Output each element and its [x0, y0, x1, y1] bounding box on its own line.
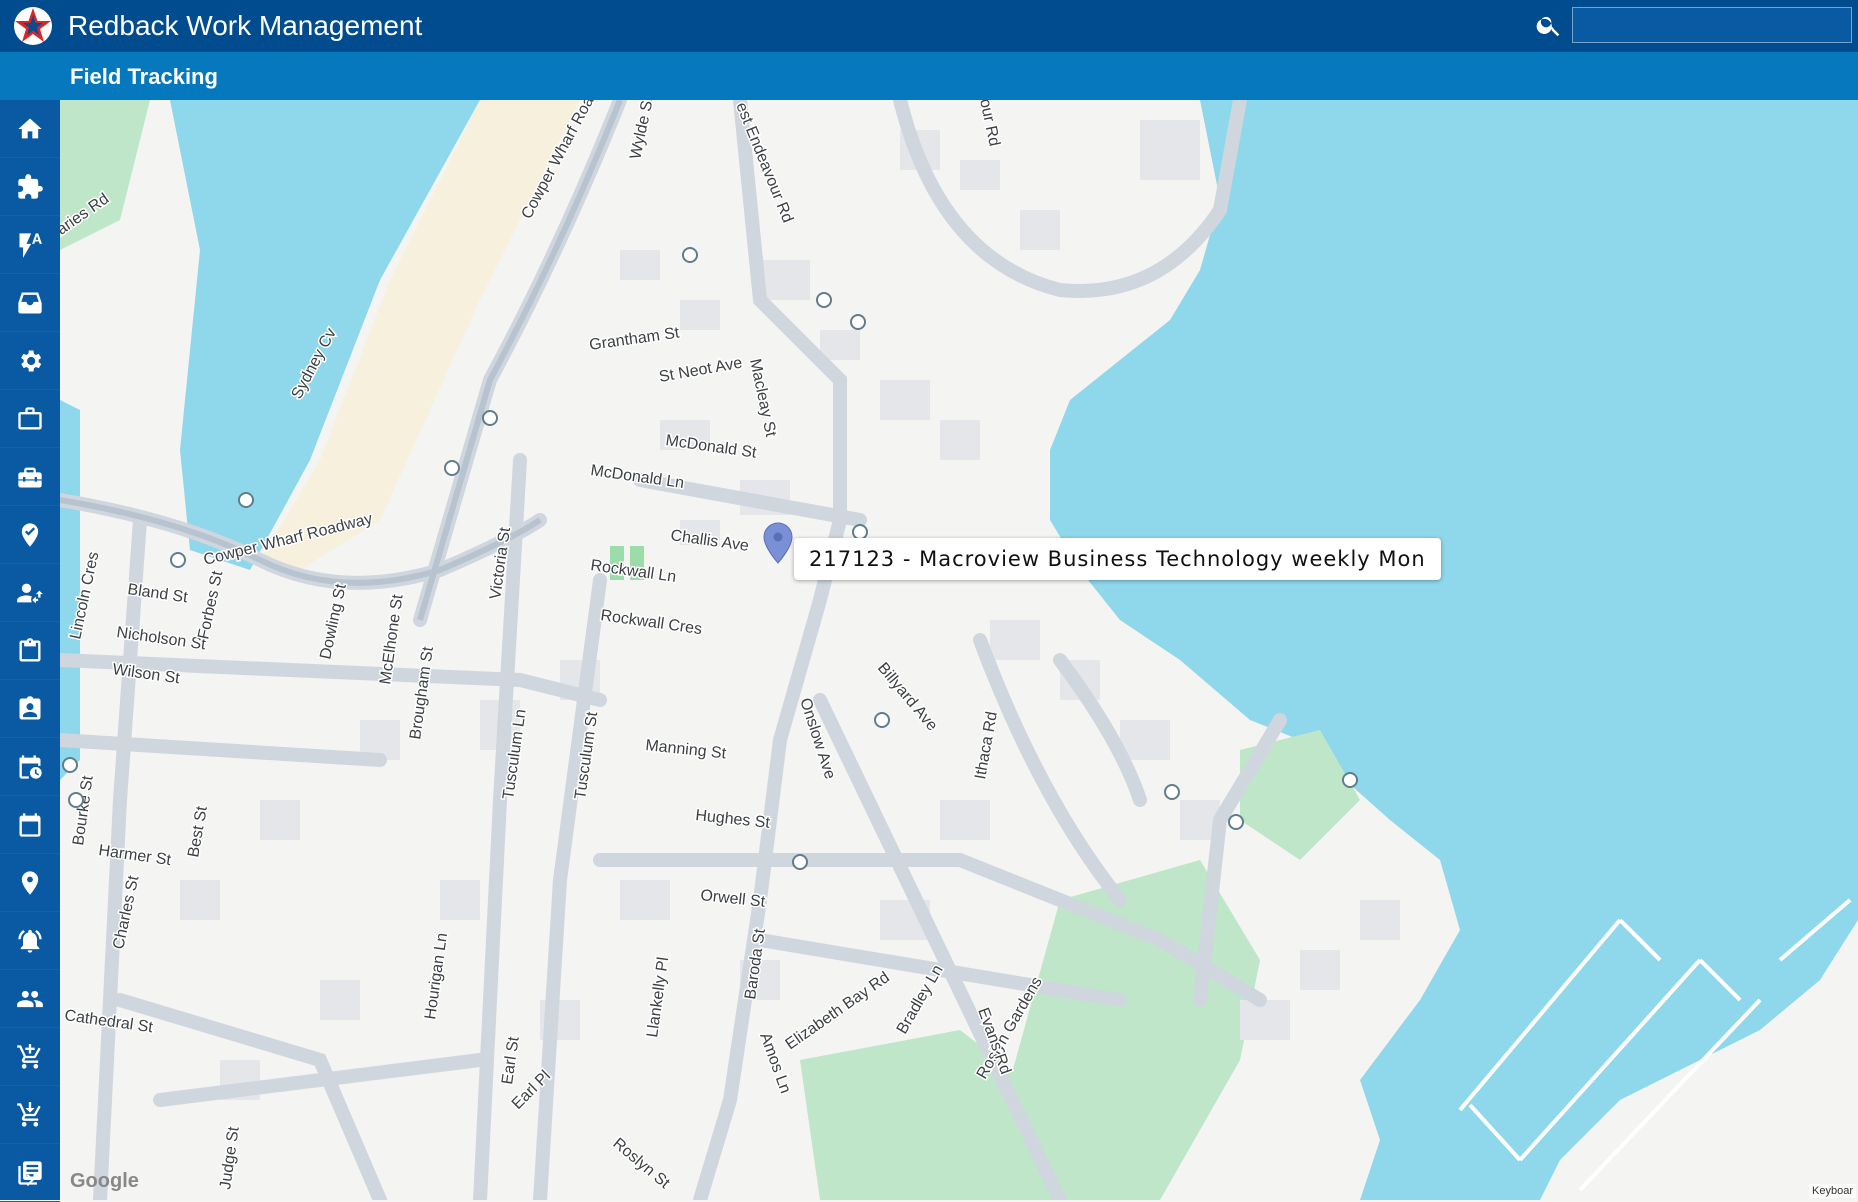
- cart-download-icon: [17, 1101, 41, 1127]
- top-bar: Redback Work Management: [0, 0, 1858, 52]
- clipboard-icon: [19, 637, 41, 661]
- search-input[interactable]: [1572, 7, 1852, 43]
- sidebar-item-locations[interactable]: [0, 854, 60, 912]
- calendar-clock-icon: [19, 754, 42, 779]
- sidebar-item-alerts[interactable]: [0, 912, 60, 970]
- sidebar-item-contacts[interactable]: [0, 680, 60, 738]
- job-marker-icon[interactable]: [763, 522, 793, 564]
- sidebar-item-field-tracking[interactable]: [0, 564, 60, 622]
- sidebar: [0, 100, 60, 1202]
- sidebar-item-tasks[interactable]: [0, 622, 60, 680]
- sidebar-item-home[interactable]: [0, 100, 60, 158]
- sidebar-item-receiving[interactable]: [0, 1086, 60, 1144]
- puzzle-icon: [18, 173, 43, 199]
- search-icon[interactable]: [1535, 11, 1563, 39]
- flash-auto-icon: [19, 232, 42, 258]
- sidebar-item-verified-location[interactable]: [0, 506, 60, 564]
- sidebar-item-extensions[interactable]: [0, 158, 60, 216]
- keyboard-shortcuts-link[interactable]: Keyboar: [1809, 1184, 1856, 1198]
- calendar-icon: [19, 812, 41, 837]
- app-title: Redback Work Management: [68, 10, 423, 41]
- sidebar-item-jobs[interactable]: [0, 390, 60, 448]
- home-icon: [18, 118, 42, 138]
- sidebar-item-purchasing[interactable]: [0, 1028, 60, 1086]
- sidebar-item-calendar[interactable]: [0, 796, 60, 854]
- map-tiles: Cowper Wharf Roa Wylde StGrantham StSt Ne…: [60, 100, 1858, 1200]
- alarm-bell-icon: [18, 929, 42, 953]
- cart-add-icon: [17, 1043, 41, 1069]
- sidebar-item-automation[interactable]: [0, 216, 60, 274]
- sidebar-item-users[interactable]: [0, 970, 60, 1028]
- page-header: Field Tracking: [60, 52, 1858, 100]
- sidebar-item-schedule[interactable]: [0, 738, 60, 796]
- chevron-right-icon: [26, 1174, 34, 1186]
- gear-icon: [21, 350, 42, 371]
- briefcase-icon: [18, 406, 42, 429]
- page-title: Field Tracking: [70, 64, 218, 89]
- google-logo: Google: [70, 1170, 139, 1192]
- sidebar-item-tools[interactable]: [0, 448, 60, 506]
- toolbox-icon: [18, 467, 42, 487]
- inbox-tray-icon: [18, 292, 42, 313]
- sidebar-item-inbox[interactable]: [0, 274, 60, 332]
- map-canvas[interactable]: Cowper Wharf Roa Wylde St Grantham St St Ne…: [60, 100, 1858, 1200]
- person-switch-icon: [17, 583, 43, 603]
- sidebar-corner: [0, 52, 60, 100]
- people-icon: [17, 990, 43, 1007]
- location-pin-icon: [21, 870, 39, 895]
- job-marker-label[interactable]: 217123 - Macroview Business Technology w…: [794, 538, 1441, 580]
- verified-pin-icon: [21, 522, 39, 547]
- contact-badge-icon: [19, 695, 41, 719]
- redback-logo-icon[interactable]: [12, 5, 54, 47]
- sidebar-item-settings[interactable]: [0, 332, 60, 390]
- sidebar-expand-button[interactable]: [0, 1160, 60, 1200]
